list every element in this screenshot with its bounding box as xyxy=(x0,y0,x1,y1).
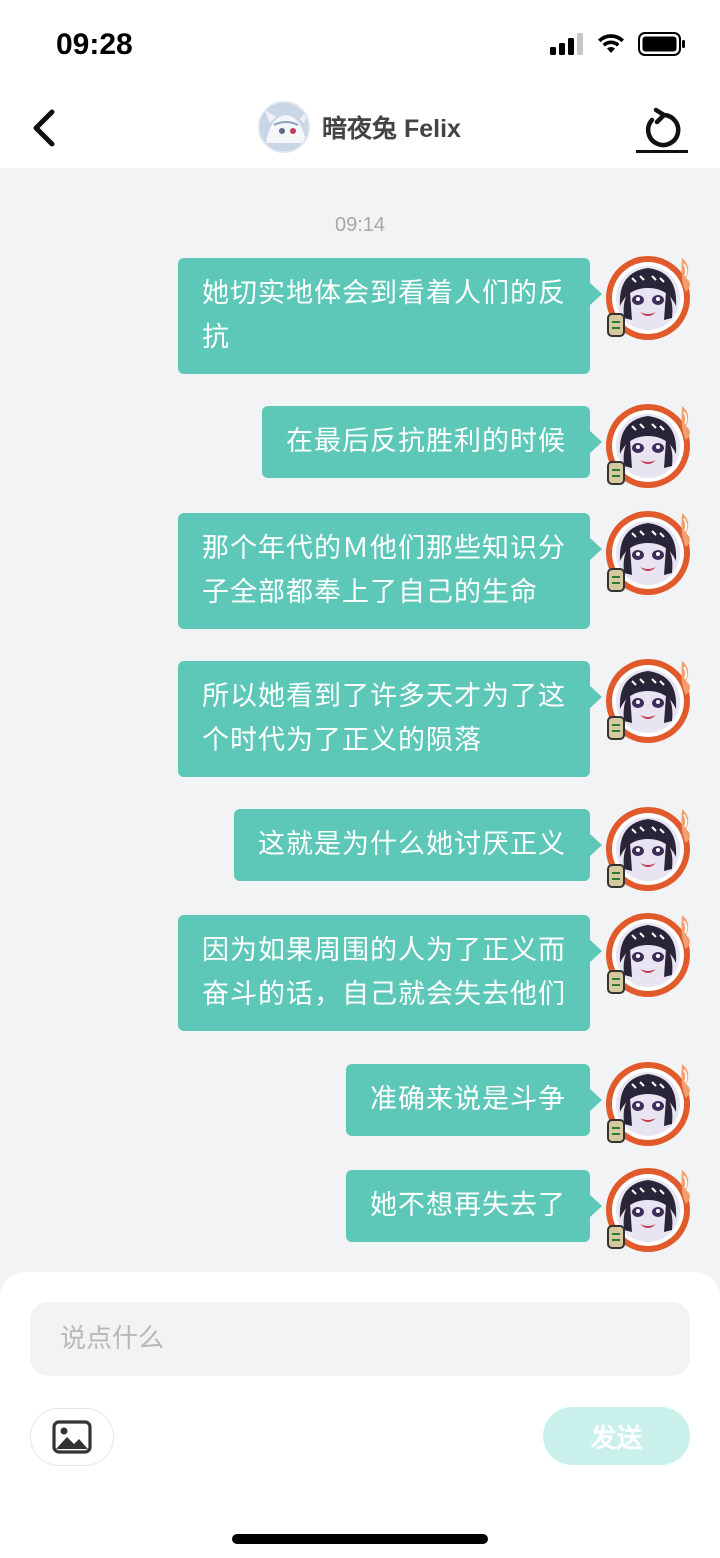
message-bubble[interactable]: 她不想再失去了 xyxy=(346,1170,602,1242)
status-icons xyxy=(550,32,686,56)
chevron-left-icon xyxy=(33,109,55,147)
send-button[interactable]: 发送 xyxy=(543,1407,690,1465)
message-bubble[interactable]: 她切实地体会到看着人们的反抗 xyxy=(178,258,602,374)
chat-title: 暗夜兔 Felix xyxy=(322,115,461,143)
wifi-icon xyxy=(598,34,624,53)
message-row: 准确来说是斗争 xyxy=(346,1062,698,1150)
home-indicator xyxy=(232,1534,488,1544)
battery-icon xyxy=(638,32,685,56)
message-bubble[interactable]: 准确来说是斗争 xyxy=(346,1064,602,1136)
chat-area[interactable]: 09:14 她切实地体会到看着人们的反抗 在最后反抗胜利的时候 那个年代的Ｍ他们… xyxy=(0,168,720,1272)
sender-avatar[interactable] xyxy=(602,651,698,747)
message-bubble[interactable]: 所以她看到了许多天才为了这 个时代为了正义的陨落 xyxy=(178,661,602,777)
sender-avatar[interactable] xyxy=(602,248,698,344)
message-bubble[interactable]: 在最后反抗胜利的时候 xyxy=(262,406,602,478)
sender-avatar[interactable] xyxy=(602,396,698,492)
chat-partner-header[interactable]: 暗夜兔 Felix xyxy=(258,100,461,154)
sender-avatar[interactable] xyxy=(602,1054,698,1150)
message-input[interactable] xyxy=(30,1302,690,1376)
status-time: 09:28 xyxy=(56,28,133,61)
message-row: 她切实地体会到看着人们的反抗 xyxy=(178,256,698,374)
nav-bar: 暗夜兔 Felix xyxy=(0,92,720,168)
signal-icon xyxy=(550,33,583,55)
message-row: 因为如果周围的人为了正义而 奋斗的话，自己就会失去他们 xyxy=(178,913,698,1031)
refresh-underline xyxy=(636,150,688,153)
image-icon xyxy=(52,1420,92,1454)
message-bubble[interactable]: 这就是为什么她讨厌正义 xyxy=(234,809,602,881)
refresh-button[interactable] xyxy=(636,106,690,156)
message-row: 她不想再失去了 xyxy=(346,1168,698,1256)
composer-panel: 发送 xyxy=(0,1272,720,1558)
message-bubble[interactable]: 因为如果周围的人为了正义而 奋斗的话，自己就会失去他们 xyxy=(178,915,602,1031)
message-bubble[interactable]: 那个年代的Ｍ他们那些知识分 子全部都奉上了自己的生命 xyxy=(178,513,602,629)
back-button[interactable] xyxy=(26,106,66,150)
sender-avatar[interactable] xyxy=(602,905,698,1001)
sender-avatar[interactable] xyxy=(602,799,698,895)
message-row: 在最后反抗胜利的时候 xyxy=(262,404,698,492)
refresh-icon xyxy=(646,107,681,148)
message-row: 这就是为什么她讨厌正义 xyxy=(234,807,698,895)
message-row: 那个年代的Ｍ他们那些知识分 子全部都奉上了自己的生命 xyxy=(178,511,698,629)
partner-avatar[interactable] xyxy=(258,101,310,153)
sender-avatar[interactable] xyxy=(602,503,698,599)
image-picker-button[interactable] xyxy=(30,1408,114,1466)
sender-avatar[interactable] xyxy=(602,1160,698,1256)
status-bar: 09:28 xyxy=(0,0,720,92)
message-timestamp: 09:14 xyxy=(334,214,386,236)
message-row: 所以她看到了许多天才为了这 个时代为了正义的陨落 xyxy=(178,659,698,777)
